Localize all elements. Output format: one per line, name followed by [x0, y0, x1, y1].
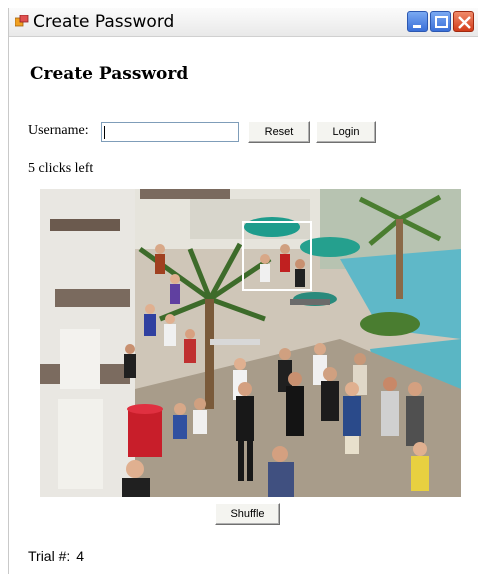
- maximize-button[interactable]: [430, 11, 451, 32]
- app-icon: [15, 15, 29, 27]
- login-button[interactable]: Login: [316, 121, 376, 143]
- close-icon: [458, 16, 471, 29]
- click-selection-box: [242, 221, 312, 291]
- text-caret: [104, 126, 105, 139]
- title-bar[interactable]: Create Password: [9, 8, 478, 37]
- shuffle-button[interactable]: Shuffle: [215, 503, 280, 525]
- username-input[interactable]: [101, 122, 239, 142]
- close-button[interactable]: [453, 11, 474, 32]
- maximize-icon: [435, 16, 448, 28]
- reset-button[interactable]: Reset: [248, 121, 310, 143]
- trial-counter: Trial #: 4: [28, 548, 90, 564]
- create-password-window: Create Password Create Password Username…: [8, 8, 478, 574]
- clicks-left-text: 5 clicks left: [28, 161, 94, 176]
- password-image[interactable]: [40, 189, 461, 497]
- trial-value: 4: [76, 548, 85, 564]
- page-heading: Create Password: [30, 64, 189, 84]
- trial-label: Trial #:: [28, 548, 71, 564]
- minimize-button[interactable]: [407, 11, 428, 32]
- username-label: Username:: [28, 123, 89, 138]
- window-title: Create Password: [33, 12, 175, 32]
- minimize-icon: [413, 25, 421, 28]
